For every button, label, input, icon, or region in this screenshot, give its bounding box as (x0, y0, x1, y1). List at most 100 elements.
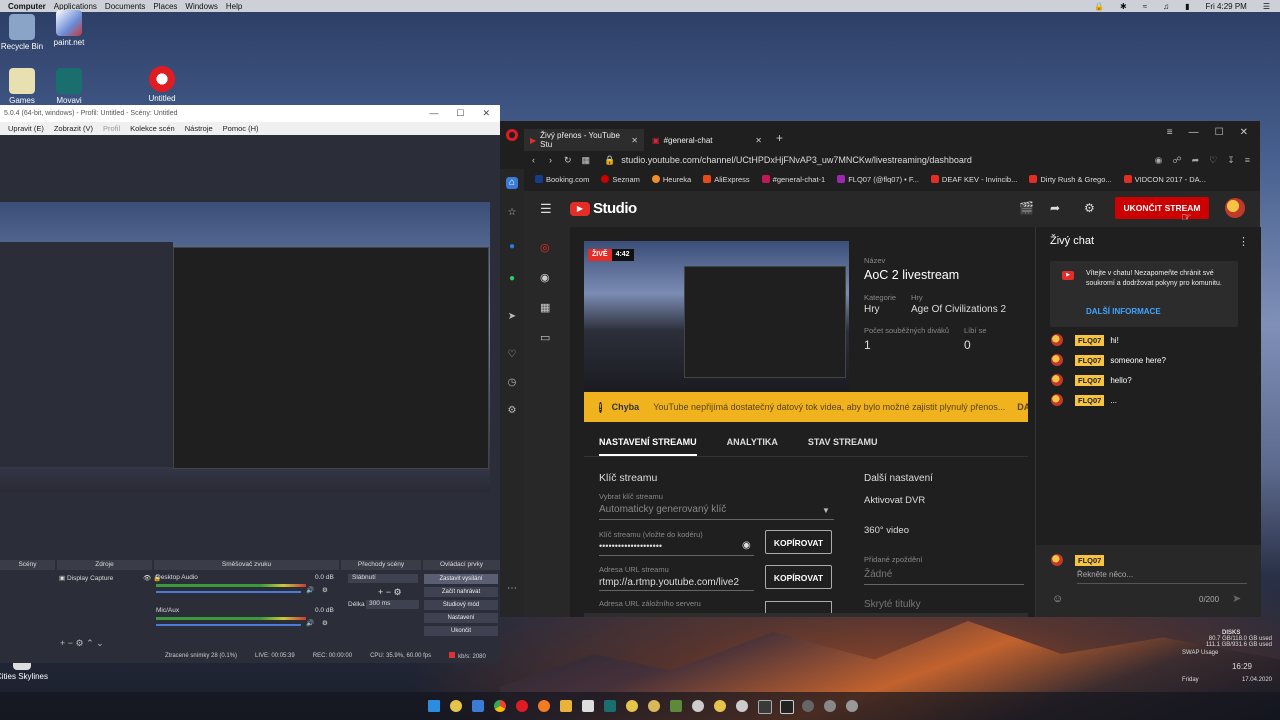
app-icon[interactable] (626, 700, 638, 712)
clapperboard-icon[interactable]: 🎬 (1019, 201, 1034, 215)
obs-menu-help[interactable]: Pomoc (H) (223, 124, 259, 133)
studio-logo[interactable]: ▶ Studio (570, 200, 637, 217)
easy-setup-icon[interactable]: ≡ (1245, 155, 1250, 166)
settings-button[interactable]: Nastavení (424, 613, 498, 623)
more-icon[interactable]: ⋯ (506, 583, 518, 595)
dropdown-arrow-icon[interactable]: ▼ (822, 506, 830, 515)
new-tab-icon[interactable]: + (776, 131, 783, 145)
desktop-icon-movavi[interactable]: Movavi (39, 68, 99, 105)
history-icon[interactable]: ◷ (506, 377, 518, 389)
hamburger-menu-icon[interactable]: ☰ (540, 201, 552, 217)
messenger-icon[interactable]: ● (506, 241, 518, 253)
studio-mode-button[interactable]: Studiový mód (424, 600, 498, 610)
volume-slider[interactable] (156, 624, 301, 626)
app-icon[interactable] (846, 700, 858, 712)
calendar-icon[interactable]: ▦ (540, 301, 550, 314)
bookmark-item[interactable]: AliExpress (703, 174, 750, 184)
end-stream-button[interactable]: UKONČIT STREAM (1115, 197, 1209, 219)
dvr-toggle[interactable]: Aktivovat DVR (864, 495, 925, 506)
whatsapp-icon[interactable]: ● (506, 273, 518, 285)
chat-message[interactable]: FLQ07 ... (1051, 393, 1117, 407)
copy-url-button[interactable]: KOPÍROVAT (765, 565, 832, 589)
app-icon[interactable] (450, 700, 462, 712)
camera-icon[interactable]: ◉ (1155, 155, 1163, 166)
chat-message[interactable]: FLQ07 someone here? (1051, 353, 1166, 367)
speaker-icon[interactable]: 🔊 (306, 586, 314, 594)
select-key-dropdown[interactable]: Automaticky generovaný klíč (599, 504, 726, 515)
horizontal-scrollbar[interactable] (584, 613, 1028, 617)
heart-icon[interactable]: ♡ (506, 349, 518, 361)
obs-menu-profile[interactable]: Profil (103, 124, 120, 133)
opera-logo-icon[interactable] (506, 129, 518, 141)
video360-toggle[interactable]: 360° video (864, 525, 909, 536)
eye-icon[interactable]: 👁 (143, 575, 151, 582)
lock-icon[interactable]: 🔒 (1094, 2, 1104, 11)
obs-menu-scene-collection[interactable]: Kolekce scén (130, 124, 175, 133)
reload-icon[interactable]: ↻ (564, 155, 572, 166)
copy-backup-button[interactable] (765, 601, 832, 613)
close-icon[interactable]: ✕ (482, 108, 490, 119)
heart-icon[interactable]: ♡ (1209, 155, 1217, 166)
copy-key-button[interactable]: KOPÍROVAT (765, 530, 832, 554)
app-icon[interactable] (472, 700, 484, 712)
stream-preview[interactable]: ŽIVĚ 4:42 (584, 241, 849, 391)
gear-icon[interactable]: ⚙ (322, 619, 328, 627)
delay-dropdown[interactable]: Žádné (864, 569, 892, 580)
bookmark-item[interactable]: Seznam (601, 174, 640, 184)
home-icon[interactable]: ⌂ (506, 177, 518, 189)
tab-menu-icon[interactable]: ≡ (1167, 127, 1173, 138)
url-input[interactable]: studio.youtube.com/channel/UCtHPDxHjFNvA… (621, 155, 972, 165)
volume-icon[interactable]: ♫ (1163, 2, 1169, 11)
share-icon[interactable]: ➦ (1050, 201, 1060, 215)
eye-off-icon[interactable]: ◉ (742, 540, 751, 551)
close-tab-icon[interactable]: ✕ (631, 136, 638, 145)
obs-menu-edit[interactable]: Upravit (E) (8, 124, 44, 133)
back-icon[interactable]: ‹ (532, 155, 535, 165)
obs-menu-tools[interactable]: Nástroje (185, 124, 213, 133)
add-transition-icon[interactable]: + − ⚙ (378, 587, 402, 598)
avatar[interactable] (1225, 198, 1245, 218)
tab-general-chat[interactable]: ▣ #general-chat ✕ (646, 129, 768, 151)
bookmark-item[interactable]: FLQ07 (@flq07) • F... (837, 174, 919, 184)
chat-input[interactable]: Řekněte něco... (1077, 570, 1133, 579)
minimize-icon[interactable]: — (429, 108, 438, 119)
settings-icon[interactable]: ⚙ (506, 405, 518, 417)
obs-preview[interactable] (0, 202, 490, 492)
app-icon[interactable] (780, 700, 794, 714)
app-icon[interactable] (604, 700, 616, 712)
download-icon[interactable]: ↧ (1227, 155, 1235, 166)
gear-icon[interactable]: ⚙ (1084, 201, 1095, 215)
close-tab-icon[interactable]: ✕ (755, 136, 762, 145)
emoji-icon[interactable]: ☺ (1052, 593, 1063, 605)
more-vert-icon[interactable]: ⋮ (1238, 235, 1249, 248)
tab-stream-status[interactable]: STAV STREAMU (808, 427, 878, 456)
speaker-icon[interactable]: 🔊 (306, 619, 314, 627)
app-icon[interactable] (582, 700, 594, 712)
desktop-icon-cities-skylines[interactable]: Cities Skylines (0, 660, 52, 681)
camera-icon[interactable]: ◉ (540, 271, 550, 284)
tab-stream-settings[interactable]: NASTAVENÍ STREAMU (599, 427, 697, 456)
desktop-icon-paint-net[interactable]: paint.net (39, 10, 99, 47)
source-item[interactable]: ▣ Display Capture 👁 🔒 (59, 574, 161, 582)
bookmark-item[interactable]: Booking.com (535, 174, 589, 184)
volume-slider[interactable] (156, 591, 301, 593)
share-icon[interactable]: ➦ (1192, 155, 1200, 166)
send-icon[interactable]: ➤ (1232, 592, 1241, 605)
send-icon[interactable]: ➤ (506, 311, 518, 323)
tab-youtube-studio[interactable]: ▶ Živý přenos - YouTube Stu ✕ (524, 129, 644, 151)
bookmark-item[interactable]: Heureka (651, 174, 691, 184)
minimize-icon[interactable]: — (1189, 127, 1199, 138)
bookmark-item[interactable]: VIDCON 2017 - DA... (1123, 174, 1206, 184)
encoder-icon[interactable]: ▭ (540, 331, 550, 344)
folder-icon[interactable] (560, 700, 572, 712)
source-toolbar[interactable]: + − ⚙ ⌃ ⌄ (60, 638, 104, 649)
battery-icon[interactable]: ▮ (1185, 2, 1189, 11)
app-icon[interactable] (736, 700, 748, 712)
app-icon[interactable] (758, 700, 772, 714)
speed-dial-icon[interactable]: ☆ (506, 207, 518, 219)
menu-list-icon[interactable]: ☰ (1263, 2, 1270, 11)
menu-windows[interactable]: Windows (185, 2, 217, 11)
opera-icon[interactable] (516, 700, 528, 712)
app-icon[interactable] (802, 700, 814, 712)
chat-message[interactable]: FLQ07 hello? (1051, 373, 1132, 387)
